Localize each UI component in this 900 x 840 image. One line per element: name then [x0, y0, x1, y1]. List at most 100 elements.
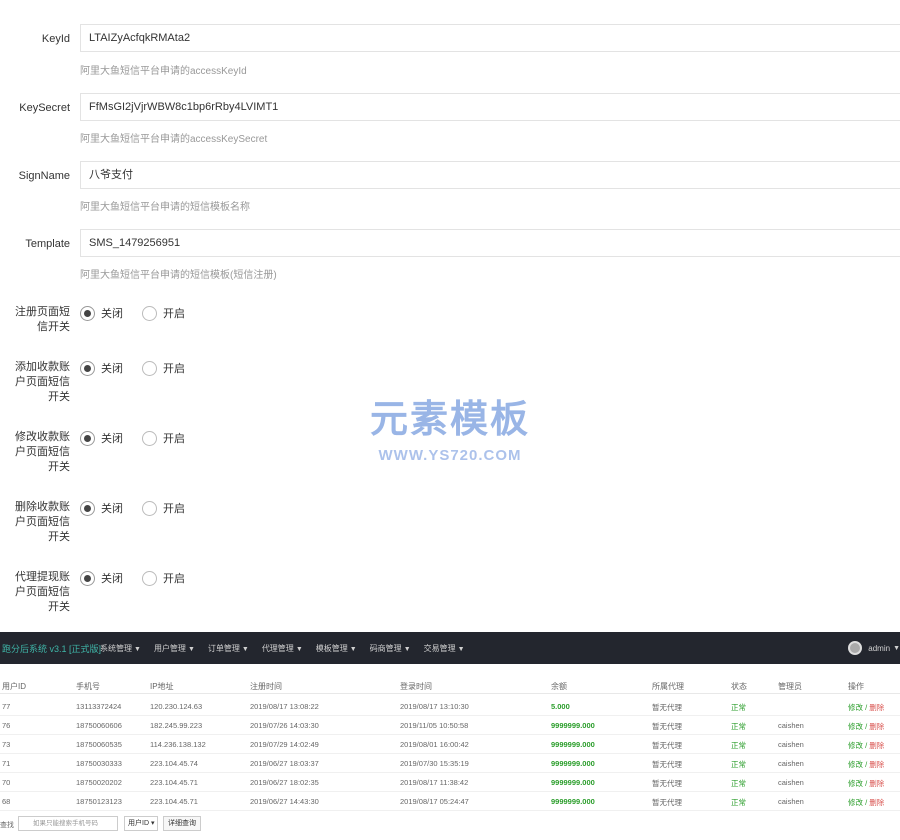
radio-unchecked-icon — [142, 500, 157, 516]
caret-down-icon: ▼ — [403, 645, 411, 653]
row-actions: 修改 / 删除 — [848, 798, 885, 807]
caret-down-icon: ▼ — [134, 645, 141, 653]
edit-link[interactable]: 修改 — [848, 798, 863, 807]
toggle-label: 修改收款账 户页面短信 开关 — [0, 430, 70, 475]
menu-trades[interactable]: 交易管理 ▼ — [424, 643, 465, 654]
table-cell: 114.236.138.132 — [150, 740, 206, 749]
keysecret-label: KeySecret — [19, 102, 70, 114]
toggle-label: 代理提现账 户页面短信 开关 — [0, 570, 70, 615]
col-header: IP地址 — [150, 682, 174, 691]
keysecret-input[interactable]: FfMsGI2jVjrWBW8c1bp6rRby4LVIMT1 — [80, 93, 900, 121]
table-cell: 223.104.45.74 — [150, 759, 198, 768]
menu-system[interactable]: 系统管理 ▼ — [100, 643, 141, 654]
avatar — [848, 641, 863, 655]
radio-label: 关闭 — [101, 308, 123, 320]
signname-input[interactable]: 八爷支付 — [80, 161, 900, 189]
toggle-label-line: 开关 — [48, 531, 70, 543]
table-cell: caishen — [778, 721, 804, 730]
radio-on[interactable]: 开启 — [142, 360, 185, 376]
table-row: 68 18750123123 223.104.45.71 2019/06/27 14:… — [0, 792, 900, 811]
radio-label: 开启 — [163, 573, 185, 585]
row-actions: 修改 / 删除 — [848, 779, 885, 788]
table-cell: 正常 — [731, 779, 746, 788]
table-cell: 223.104.45.71 — [150, 778, 198, 787]
edit-link[interactable]: 修改 — [848, 741, 863, 750]
edit-link[interactable]: 修改 — [848, 779, 863, 788]
toggle-label-line: 注册页面短 — [15, 306, 70, 318]
delete-link[interactable]: 删除 — [869, 703, 884, 712]
radio-label: 关闭 — [101, 363, 123, 375]
menu-orders[interactable]: 订单管理 ▼ — [208, 643, 249, 654]
radio-off[interactable]: 关闭 — [80, 500, 123, 516]
table-row: 70 18750020202 223.104.45.71 2019/06/27 18:… — [0, 773, 900, 792]
delete-link[interactable]: 删除 — [869, 722, 884, 731]
toggle-label-line: 修改收款账 — [15, 431, 70, 443]
row-actions: 修改 / 删除 — [848, 760, 885, 769]
radio-label: 关闭 — [101, 433, 123, 445]
table-cell: 9999999.000 — [551, 740, 595, 749]
toggle-label: 添加收款账 户页面短信 开关 — [0, 360, 70, 405]
table-cell: 2019/08/17 13:10:30 — [400, 702, 469, 711]
edit-link[interactable]: 修改 — [848, 722, 863, 731]
radio-off[interactable]: 关闭 — [80, 430, 123, 446]
table-cell: 正常 — [731, 741, 746, 750]
table-cell: 正常 — [731, 703, 746, 712]
radio-unchecked-icon — [142, 430, 157, 446]
watermark: 元素模板 WWW.YS720.COM — [370, 388, 530, 464]
radio-checked-icon — [80, 570, 95, 586]
search-button[interactable]: 详细查询 — [163, 816, 201, 831]
delete-link[interactable]: 删除 — [869, 779, 884, 788]
delete-link[interactable]: 删除 — [869, 798, 884, 807]
radio-checked-icon — [80, 500, 95, 516]
menu-templates[interactable]: 模板管理 ▼ — [316, 643, 357, 654]
menu-users[interactable]: 用户管理 ▼ — [154, 643, 195, 654]
menu-merchants[interactable]: 码商管理 ▼ — [370, 643, 411, 654]
table-cell: 2019/08/01 16:00:42 — [400, 740, 469, 749]
table-cell: 18750030333 — [76, 759, 122, 768]
toggle-label-line: 户页面短信 — [15, 376, 70, 388]
radio-off[interactable]: 关闭 — [80, 305, 123, 321]
col-header: 状态 — [731, 682, 747, 691]
table-row: 71 18750030333 223.104.45.74 2019/06/27 18:… — [0, 754, 900, 773]
signname-label: SignName — [18, 170, 70, 182]
toggle-label-line: 户页面短信 — [15, 446, 70, 458]
table-cell: 18750123123 — [76, 797, 122, 806]
col-header: 管理员 — [778, 682, 802, 691]
admin-user[interactable]: admin ▼ — [848, 641, 900, 655]
keyid-label: KeyId — [41, 33, 70, 45]
radio-off[interactable]: 关闭 — [80, 570, 123, 586]
delete-link[interactable]: 删除 — [869, 760, 884, 769]
radio-off[interactable]: 关闭 — [80, 360, 123, 376]
table-cell: 120.230.124.63 — [150, 702, 203, 711]
table-row: 76 18750060606 182.245.99.223 2019/07/26 14… — [0, 716, 900, 735]
radio-on[interactable]: 开启 — [142, 570, 185, 586]
table-cell: 9999999.000 — [551, 778, 595, 787]
table-cell: 76 — [2, 721, 11, 730]
edit-link[interactable]: 修改 — [848, 703, 863, 712]
row-actions: 修改 / 删除 — [848, 741, 885, 750]
toggle-label-line: 信开关 — [37, 321, 70, 333]
table-cell: 18750060606 — [76, 721, 122, 730]
toggle-label-line: 开关 — [48, 601, 70, 613]
radio-on[interactable]: 开启 — [142, 500, 185, 516]
menu-agents[interactable]: 代理管理 ▼ — [262, 643, 303, 654]
toggle-label: 删除收款账 户页面短信 开关 — [0, 500, 70, 545]
radio-checked-icon — [80, 305, 95, 321]
table-cell: 2019/06/27 14:43:30 — [250, 797, 319, 806]
caret-down-icon: ▼ — [187, 645, 195, 653]
search-field-select[interactable]: 用户ID ▾ — [124, 816, 158, 831]
search-bar: 查找 如果只能搜索手机号码 用户ID ▾ 详细查询 — [0, 812, 900, 836]
radio-on[interactable]: 开启 — [142, 430, 185, 446]
delete-link[interactable]: 删除 — [869, 741, 884, 750]
table-cell: caishen — [778, 759, 804, 768]
table-cell: 2019/11/05 10:50:58 — [400, 721, 469, 730]
edit-link[interactable]: 修改 — [848, 760, 863, 769]
search-input[interactable]: 如果只能搜索手机号码 — [18, 816, 118, 831]
col-header: 注册时间 — [250, 682, 282, 691]
col-header: 操作 — [848, 682, 864, 691]
radio-on[interactable]: 开启 — [142, 305, 185, 321]
keyid-input[interactable]: LTAIZyAcfqkRMAta2 — [80, 24, 900, 52]
template-input[interactable]: SMS_1479256951 — [80, 229, 900, 257]
table-cell: 暂无代理 — [652, 722, 682, 731]
col-header: 用户ID — [2, 682, 26, 691]
